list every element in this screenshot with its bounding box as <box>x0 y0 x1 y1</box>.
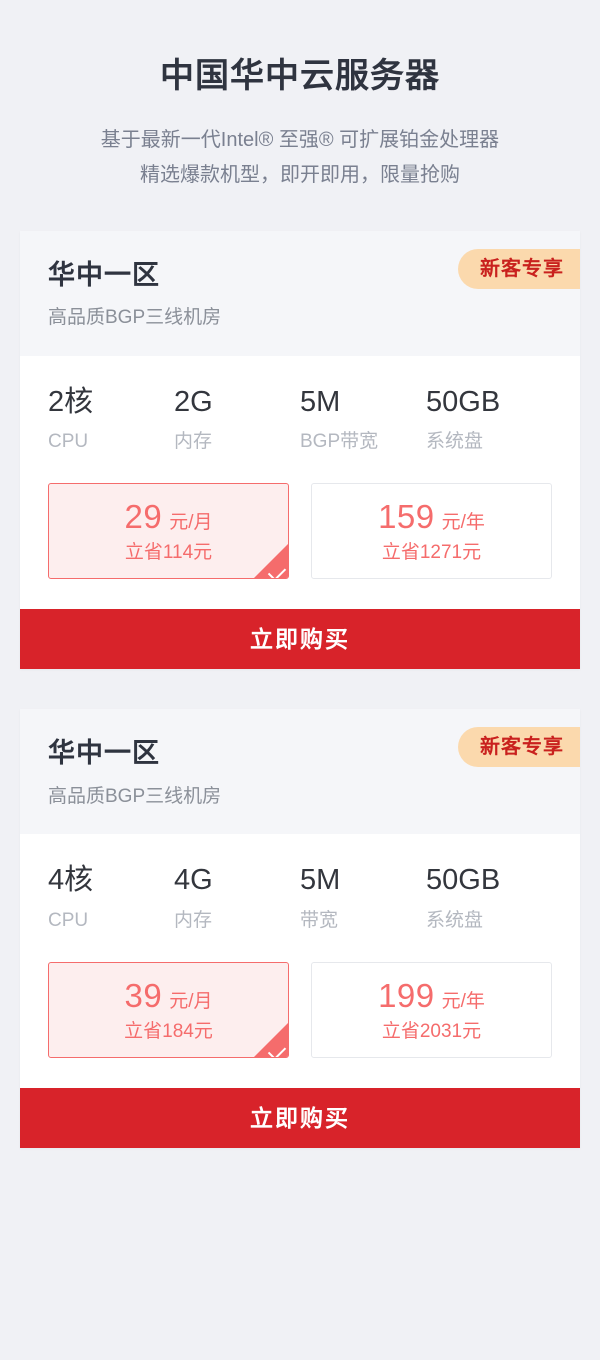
spec-label: 系统盘 <box>426 431 484 453</box>
spec-row: 2核 CPU 2G 内存 5M BGP带宽 50GB 系统盘 <box>20 356 580 459</box>
spec-value: 50GB <box>426 385 501 418</box>
price-savings: 立省184元 <box>124 1020 213 1042</box>
spec-item-bandwidth: 5M BGP带宽 <box>300 386 426 453</box>
price-unit: 元/月 <box>169 990 213 1012</box>
card-header: 华中一区 高品质BGP三线机房 新客专享 <box>20 709 580 835</box>
spec-item-bandwidth: 5M 带宽 <box>300 864 426 931</box>
spec-label: 内存 <box>174 909 213 931</box>
product-card-list: 华中一区 高品质BGP三线机房 新客专享 2核 CPU 2G 内存 5M BGP… <box>0 230 600 1148</box>
price-savings: 立省1271元 <box>381 542 482 564</box>
price-option-yearly[interactable]: 159 元/年 立省1271元 <box>311 483 552 580</box>
price-unit: 元/年 <box>441 990 485 1012</box>
price-savings: 立省2031元 <box>381 1020 482 1042</box>
spec-label: CPU <box>48 909 89 931</box>
spec-label: 带宽 <box>300 909 339 931</box>
spec-item-disk: 50GB 系统盘 <box>426 864 552 931</box>
page-root: 中国华中云服务器 基于最新一代Intel® 至强® 可扩展铂金处理器 精选爆款机… <box>0 0 600 1360</box>
spec-label: 内存 <box>174 431 213 453</box>
price-amount: 29 <box>124 498 163 536</box>
spec-label: CPU <box>48 431 89 453</box>
spec-item-cpu: 4核 CPU <box>48 864 174 931</box>
card-header: 华中一区 高品质BGP三线机房 新客专享 <box>20 230 580 356</box>
price-amount: 159 <box>378 498 435 536</box>
product-card: 华中一区 高品质BGP三线机房 新客专享 4核 CPU 4G 内存 5M 带宽 <box>20 709 580 1148</box>
buy-now-button[interactable]: 立即购买 <box>20 1087 580 1148</box>
card-description: 高品质BGP三线机房 <box>48 307 222 329</box>
price-option-group: 39 元/月 立省184元 199 元/年 立省2031元 <box>20 938 580 1088</box>
spec-value: 4G <box>174 864 213 897</box>
spec-value: 2核 <box>48 385 94 418</box>
price-main: 159 元/年 <box>378 500 485 533</box>
price-option-monthly[interactable]: 29 元/月 立省114元 <box>48 483 289 580</box>
hero-section: 中国华中云服务器 基于最新一代Intel® 至强® 可扩展铂金处理器 精选爆款机… <box>0 0 600 193</box>
spec-value: 5M <box>300 864 341 897</box>
price-amount: 39 <box>124 976 163 1014</box>
price-unit: 元/月 <box>169 512 213 534</box>
buy-now-button[interactable]: 立即购买 <box>20 609 580 670</box>
spec-item-disk: 50GB 系统盘 <box>426 386 552 453</box>
spec-value: 5M <box>300 385 341 418</box>
hero-subtitle-line-1: 基于最新一代Intel® 至强® 可扩展铂金处理器 <box>100 128 500 151</box>
spec-item-memory: 4G 内存 <box>174 864 300 931</box>
spec-label: BGP带宽 <box>300 431 379 453</box>
spec-value: 4核 <box>48 864 94 897</box>
price-amount: 199 <box>378 976 435 1014</box>
price-option-yearly[interactable]: 199 元/年 立省2031元 <box>311 961 552 1058</box>
price-main: 199 元/年 <box>378 979 485 1012</box>
hero-subtitle: 基于最新一代Intel® 至强® 可扩展铂金处理器 精选爆款机型，即开即用，限量… <box>0 123 600 193</box>
spec-item-memory: 2G 内存 <box>174 386 300 453</box>
card-description: 高品质BGP三线机房 <box>48 785 222 807</box>
price-option-group: 29 元/月 立省114元 159 元/年 立省1271元 <box>20 459 580 609</box>
price-main: 39 元/月 <box>125 979 213 1012</box>
spec-label: 系统盘 <box>426 909 484 931</box>
page-title: 中国华中云服务器 <box>160 57 440 95</box>
price-savings: 立省114元 <box>124 542 213 564</box>
hero-subtitle-line-2: 精选爆款机型，即开即用，限量抢购 <box>140 163 460 186</box>
status-badge: 新客专享 <box>458 727 580 768</box>
spec-row: 4核 CPU 4G 内存 5M 带宽 50GB 系统盘 <box>20 834 580 937</box>
price-unit: 元/年 <box>441 512 485 534</box>
product-card: 华中一区 高品质BGP三线机房 新客专享 2核 CPU 2G 内存 5M BGP… <box>20 230 580 670</box>
status-badge: 新客专享 <box>458 248 580 289</box>
spec-item-cpu: 2核 CPU <box>48 386 174 453</box>
spec-value: 2G <box>174 385 213 418</box>
price-main: 29 元/月 <box>125 500 213 533</box>
spec-value: 50GB <box>426 864 501 897</box>
price-option-monthly[interactable]: 39 元/月 立省184元 <box>48 961 289 1058</box>
